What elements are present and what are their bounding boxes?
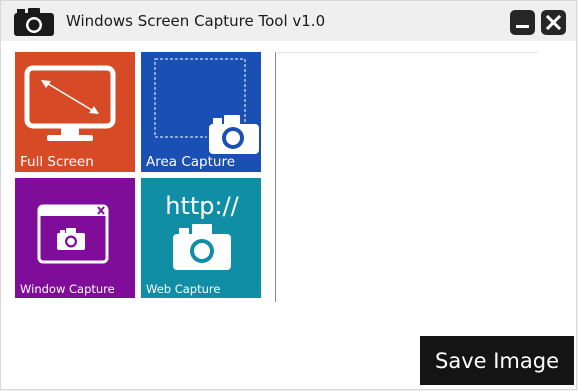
app-window: Windows Screen Capture Tool v1.0 Full Sc… <box>0 0 577 390</box>
minimize-icon <box>516 25 529 28</box>
window-camera-icon <box>37 204 109 264</box>
preview-pane <box>275 52 539 302</box>
window-capture-label: Window Capture <box>20 282 115 296</box>
camera-icon <box>14 8 54 36</box>
area-camera-icon <box>154 58 261 157</box>
window-title: Windows Screen Capture Tool v1.0 <box>66 12 326 30</box>
close-icon <box>545 14 562 31</box>
title-bar: Windows Screen Capture Tool v1.0 <box>1 1 576 41</box>
web-capture-tile[interactable]: http:// Web Capture <box>141 178 261 298</box>
full-screen-tile[interactable]: Full Screen <box>15 52 135 172</box>
area-capture-label: Area Capture <box>146 154 236 170</box>
web-capture-label: Web Capture <box>146 282 221 296</box>
http-text: http:// <box>165 192 239 220</box>
web-camera-icon: http:// <box>165 192 240 270</box>
area-capture-tile[interactable]: Area Capture <box>141 52 261 172</box>
minimize-button[interactable] <box>510 10 535 35</box>
full-screen-label: Full Screen <box>20 154 94 170</box>
monitor-icon <box>24 65 116 141</box>
save-image-button[interactable]: Save Image <box>420 336 574 385</box>
close-button[interactable] <box>541 10 566 35</box>
window-capture-tile[interactable]: Window Capture <box>15 178 135 298</box>
